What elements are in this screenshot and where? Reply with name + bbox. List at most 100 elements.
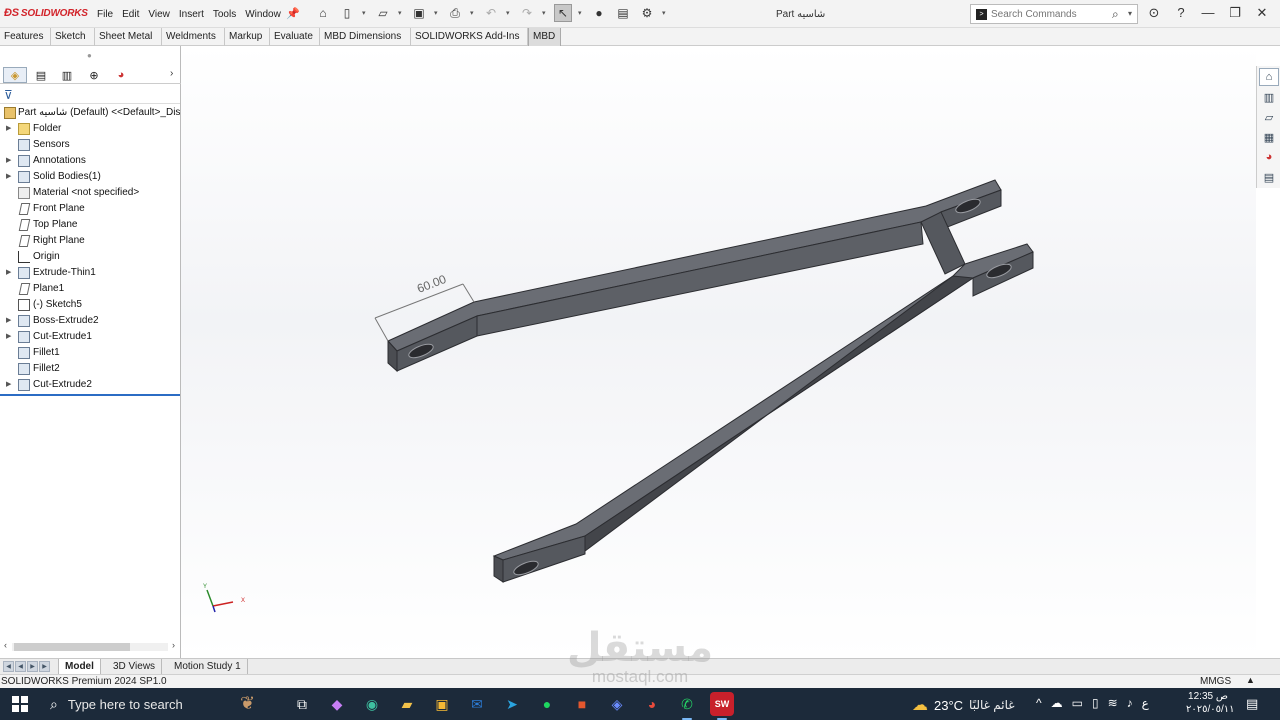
tree-item-origin[interactable]: Origin bbox=[0, 249, 181, 265]
filter-icon[interactable]: ⊽ bbox=[4, 88, 13, 102]
expand-arrow-icon[interactable]: ▶ bbox=[6, 329, 11, 345]
expand-arrow-icon[interactable]: ▶ bbox=[6, 153, 11, 169]
next-tab-icon[interactable]: ▶ bbox=[27, 661, 38, 672]
chrome-icon[interactable]: ◕ bbox=[640, 692, 664, 716]
taskbar-clock[interactable]: 12:35 ص ٢٠٢٥/٠٥/١١ bbox=[1186, 690, 1235, 716]
tree-item-right-plane[interactable]: Right Plane bbox=[0, 233, 181, 249]
tree-item-boss-extrude2[interactable]: ▶ Boss-Extrude2 bbox=[0, 313, 181, 329]
search-icon[interactable]: ⌕ bbox=[1112, 7, 1119, 22]
view-palette-icon[interactable]: ▦ bbox=[1259, 128, 1279, 146]
open-icon[interactable]: ▱ bbox=[374, 4, 392, 22]
rebuild-icon[interactable]: ● bbox=[590, 4, 608, 22]
expand-arrow-icon[interactable]: ▶ bbox=[6, 121, 11, 137]
select-cursor-icon[interactable]: ↖ bbox=[554, 4, 572, 22]
windows-start-icon[interactable] bbox=[12, 696, 28, 712]
pin-icon[interactable]: 📌 bbox=[286, 7, 300, 20]
display-icon[interactable]: ▭ bbox=[1072, 696, 1083, 710]
tree-item-fillet1[interactable]: Fillet1 bbox=[0, 345, 181, 361]
tab-motion-study-1[interactable]: Motion Study 1 bbox=[168, 659, 248, 674]
file-properties-icon[interactable]: ▤ bbox=[614, 4, 632, 22]
tab-sheet-metal[interactable]: Sheet Metal bbox=[95, 28, 162, 46]
displaymanager-tab-icon[interactable]: ◕ bbox=[109, 67, 133, 83]
unit-system[interactable]: MMGS bbox=[1200, 676, 1231, 687]
tree-item-front-plane[interactable]: Front Plane bbox=[0, 201, 181, 217]
undo-icon[interactable]: ↶ bbox=[482, 4, 500, 22]
scroll-right-icon[interactable]: › bbox=[172, 640, 175, 650]
dimxpertmanager-tab-icon[interactable]: ⊕ bbox=[82, 67, 106, 83]
expand-arrow-icon[interactable]: ▶ bbox=[6, 377, 11, 393]
expand-arrow-icon[interactable]: ▶ bbox=[6, 265, 11, 281]
tree-item-cut-extrude2[interactable]: ▶ Cut-Extrude2 bbox=[0, 377, 181, 393]
telegram-icon[interactable]: ➤ bbox=[500, 692, 524, 716]
save-dropdown-icon[interactable]: ▾ bbox=[434, 9, 440, 17]
panel-horizontal-scrollbar[interactable]: ‹ › bbox=[4, 640, 178, 653]
tree-root-part[interactable]: Part شاسيه (Default) <<Default>_Dis bbox=[0, 105, 181, 121]
search-input[interactable] bbox=[991, 7, 1106, 22]
copilot-icon[interactable]: ◆ bbox=[325, 692, 349, 716]
file-explorer-icon[interactable]: ▰ bbox=[395, 692, 419, 716]
first-tab-icon[interactable]: ◀ bbox=[3, 661, 14, 672]
show-hidden-icons-icon[interactable]: ^ bbox=[1036, 696, 1042, 710]
tree-item-annotations[interactable]: ▶ Annotations bbox=[0, 153, 181, 169]
solidworks-logo[interactable]: ƉS SOLIDWORKS bbox=[4, 7, 88, 19]
new-dropdown-icon[interactable]: ▾ bbox=[362, 9, 368, 17]
featuremanager-tab-icon[interactable]: ◈ bbox=[3, 67, 27, 83]
tab-mbd[interactable]: MBD bbox=[528, 28, 561, 46]
tree-item-sketch5[interactable]: (-) Sketch5 bbox=[0, 297, 181, 313]
tab-model[interactable]: Model bbox=[58, 659, 101, 674]
tab-weldments[interactable]: Weldments bbox=[162, 28, 225, 46]
status-expand-icon[interactable]: ▲ bbox=[1246, 675, 1255, 685]
tab-3d-views[interactable]: 3D Views bbox=[107, 659, 163, 674]
microsoft-store-icon[interactable]: ▣ bbox=[430, 692, 454, 716]
whatsapp-icon[interactable]: ✆ bbox=[675, 692, 699, 720]
open-dropdown-icon[interactable]: ▾ bbox=[398, 9, 404, 17]
wifi-icon[interactable]: ≋ bbox=[1108, 696, 1118, 710]
solidworks-resources-icon[interactable]: ⌂ bbox=[1259, 68, 1279, 86]
notifications-icon[interactable]: ▤ bbox=[1246, 696, 1258, 712]
menu-file[interactable]: File bbox=[97, 9, 113, 20]
menu-window[interactable]: Window bbox=[245, 9, 281, 20]
tree-item-cut-extrude1[interactable]: ▶ Cut-Extrude1 bbox=[0, 329, 181, 345]
new-document-icon[interactable]: ▯ bbox=[338, 4, 356, 22]
menu-edit[interactable]: Edit bbox=[122, 9, 139, 20]
redo-icon[interactable]: ↷ bbox=[518, 4, 536, 22]
prev-tab-icon[interactable]: ◀ bbox=[15, 661, 26, 672]
menu-view[interactable]: View bbox=[148, 9, 170, 20]
tree-item-plane1[interactable]: Plane1 bbox=[0, 281, 181, 297]
vpn-app-icon[interactable]: ◈ bbox=[605, 692, 629, 716]
custom-properties-icon[interactable]: ▤ bbox=[1259, 168, 1279, 186]
outlook-icon[interactable]: ✉ bbox=[465, 692, 489, 716]
appearances-icon[interactable]: ◕ bbox=[1259, 148, 1279, 166]
chassis-part-model[interactable] bbox=[387, 179, 1034, 583]
minimize-icon[interactable]: — bbox=[1200, 5, 1216, 21]
print-icon[interactable]: ⎙ bbox=[446, 4, 464, 22]
office-icon[interactable]: ■ bbox=[570, 692, 594, 716]
tree-item-extrude-thin1[interactable]: ▶ Extrude-Thin1 bbox=[0, 265, 181, 281]
menu-insert[interactable]: Insert bbox=[179, 9, 204, 20]
expand-arrow-icon[interactable]: ▶ bbox=[6, 169, 11, 185]
search-dropdown-icon[interactable]: ▾ bbox=[1128, 9, 1132, 18]
tab-mbd-dimensions[interactable]: MBD Dimensions bbox=[320, 28, 411, 46]
propertymanager-tab-icon[interactable]: ▤ bbox=[29, 67, 53, 83]
print-dropdown-icon[interactable]: ▾ bbox=[470, 9, 476, 17]
scroll-left-icon[interactable]: ‹ bbox=[4, 640, 7, 650]
taskbar-search[interactable]: ⌕ Type here to search ❦ bbox=[40, 691, 280, 717]
configurationmanager-tab-icon[interactable]: ▥ bbox=[55, 67, 79, 83]
input-language[interactable]: ع bbox=[1142, 696, 1149, 710]
last-tab-icon[interactable]: ▶ bbox=[39, 661, 50, 672]
redo-dropdown-icon[interactable]: ▾ bbox=[542, 9, 548, 17]
expand-arrow-icon[interactable]: ▶ bbox=[6, 313, 11, 329]
tab-features[interactable]: Features bbox=[0, 28, 51, 46]
rollback-bar[interactable] bbox=[0, 394, 180, 396]
file-explorer-icon[interactable]: ▱ bbox=[1259, 108, 1279, 126]
save-icon[interactable]: ▣ bbox=[410, 4, 428, 22]
search-commands-box[interactable]: > ⌕ ▾ bbox=[970, 4, 1138, 24]
task-view-icon[interactable]: ⧉ bbox=[290, 692, 314, 716]
graphics-area[interactable]: 60.00 Y X bbox=[181, 46, 1256, 658]
tab-evaluate[interactable]: Evaluate bbox=[270, 28, 320, 46]
tab-markup[interactable]: Markup bbox=[225, 28, 270, 46]
volume-icon[interactable]: ♪ bbox=[1127, 696, 1133, 710]
tree-item-material[interactable]: Material <not specified> bbox=[0, 185, 181, 201]
menu-tools[interactable]: Tools bbox=[213, 9, 236, 20]
tree-item-solid-bodies[interactable]: ▶ Solid Bodies(1) bbox=[0, 169, 181, 185]
